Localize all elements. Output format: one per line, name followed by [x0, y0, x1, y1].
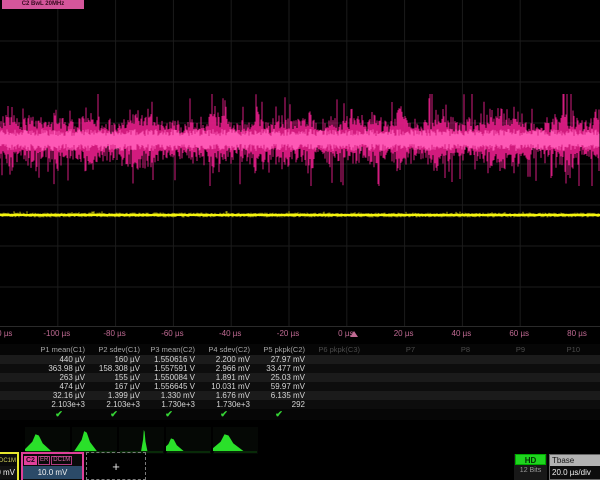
time-axis-label: -20 µs: [277, 329, 299, 338]
measurement-table: P1 mean(C1)P2 sdev(C1)P3 mean(C2)P4 sdev…: [0, 344, 600, 420]
time-axis-label: 20 µs: [394, 329, 414, 338]
c2-channel-badge: C2: [24, 456, 37, 465]
time-axis-label: -100 µs: [43, 329, 70, 338]
param-header[interactable]: P4 sdev(C2): [198, 345, 253, 354]
status-check-icon: ✔: [143, 409, 198, 420]
measurement-cell: 10.031 mV: [198, 382, 253, 391]
timebase-scale-value: 20.0 µs/div: [550, 466, 600, 479]
c1-scale-value: 10.0 mV: [0, 466, 17, 479]
measurement-cell: 33.477 mV: [253, 364, 308, 373]
time-axis-label: 60 µs: [509, 329, 529, 338]
add-trace-button[interactable]: +: [86, 452, 146, 480]
param-histicon[interactable]: [166, 427, 211, 454]
param-header[interactable]: P1 mean(C1): [33, 345, 88, 354]
hd-mode-indicator[interactable]: HD 12 Bits: [514, 454, 547, 480]
measurement-cell: 1.891 mV: [198, 373, 253, 382]
measurement-cell: 158.308 µV: [88, 364, 143, 373]
time-axis-label: 0 µs: [338, 329, 353, 338]
param-header[interactable]: P10: [528, 345, 583, 354]
param-header[interactable]: P7: [363, 345, 418, 354]
measurement-cell: 2.103e+3: [88, 400, 143, 409]
timebase-descriptor[interactable]: Tbase 20.0 µs/div: [549, 454, 600, 480]
c2-scale-value: 10.0 mV: [23, 466, 82, 479]
measurement-cell: 1.556645 V: [143, 382, 198, 391]
param-header[interactable]: P8: [418, 345, 473, 354]
measurement-cell: 1.557591 V: [143, 364, 198, 373]
measurement-cell: 2.200 mV: [198, 355, 253, 364]
histicon-strip: [25, 427, 258, 454]
param-header[interactable]: P3 mean(C2): [143, 345, 198, 354]
oscilloscope-screen: C2 BwL 20MHz -120 µs-100 µs-80 µs-60 µs-…: [0, 0, 600, 480]
status-check-icon: ✔: [198, 409, 253, 420]
time-axis-label: -80 µs: [103, 329, 125, 338]
trace-descriptor-c2[interactable]: C2 ER DC1M 10.0 mV: [21, 452, 84, 480]
measurement-cell: 292: [253, 400, 308, 409]
param-histicon[interactable]: [25, 427, 70, 454]
time-axis-label: -120 µs: [0, 329, 12, 338]
c2-eres-badge: ER: [38, 456, 50, 465]
status-check-icon: ✔: [88, 409, 143, 420]
param-header[interactable]: P9: [473, 345, 528, 354]
time-axis-label: -40 µs: [219, 329, 241, 338]
status-check-icon: ✔: [33, 409, 88, 420]
measurement-cell: 2.103e+3: [33, 400, 88, 409]
measurement-cell: 263 µV: [33, 373, 88, 382]
measurement-cell: 1.330 mV: [143, 391, 198, 400]
measurement-cell: 167 µV: [88, 382, 143, 391]
trace-descriptor-c1[interactable]: DC1M 10.0 mV: [0, 452, 19, 480]
time-axis-label: 80 µs: [567, 329, 587, 338]
timebase-title: Tbase: [550, 455, 600, 466]
param-header[interactable]: P6 pkpk(C3): [308, 345, 363, 354]
measurement-cell: 59.97 mV: [253, 382, 308, 391]
hd-badge[interactable]: HD: [515, 454, 546, 465]
status-check-icon: ✔: [253, 409, 308, 420]
measurement-cell: 363.98 µV: [33, 364, 88, 373]
measurement-cell: 155 µV: [88, 373, 143, 382]
param-histicon[interactable]: [72, 427, 117, 454]
time-axis-label: 40 µs: [452, 329, 472, 338]
measurement-cell: 1.676 mV: [198, 391, 253, 400]
time-axis-label: -60 µs: [161, 329, 183, 338]
measurement-cell: 1.730e+3: [143, 400, 198, 409]
time-axis: -120 µs -100 µs -80 µs -60 µs -40 µs -20 µs 0 …: [0, 0, 600, 344]
c2-coupling-badge: DC1M: [51, 456, 72, 465]
measurement-cell: 160 µV: [88, 355, 143, 364]
measurement-cell: 32.16 µV: [33, 391, 88, 400]
measurement-cell: 474 µV: [33, 382, 88, 391]
measurement-cell: 1.550616 V: [143, 355, 198, 364]
measurement-cell: 25.03 mV: [253, 373, 308, 382]
param-histicon[interactable]: [119, 427, 164, 454]
measurement-cell: 2.966 mV: [198, 364, 253, 373]
measurement-cell: 1.550084 V: [143, 373, 198, 382]
param-header[interactable]: P5 pkpk(C2): [253, 345, 308, 354]
hd-bits-label: 12 Bits: [514, 465, 547, 477]
c1-coupling-label: DC1M: [0, 458, 16, 464]
measurement-cell: 6.135 mV: [253, 391, 308, 400]
param-histicon[interactable]: [213, 427, 258, 454]
measurement-cell: 1.399 µV: [88, 391, 143, 400]
measurement-cell: 440 µV: [33, 355, 88, 364]
measurement-cell: 1.730e+3: [198, 400, 253, 409]
param-header[interactable]: P2 sdev(C1): [88, 345, 143, 354]
measurement-cell: 27.97 mV: [253, 355, 308, 364]
